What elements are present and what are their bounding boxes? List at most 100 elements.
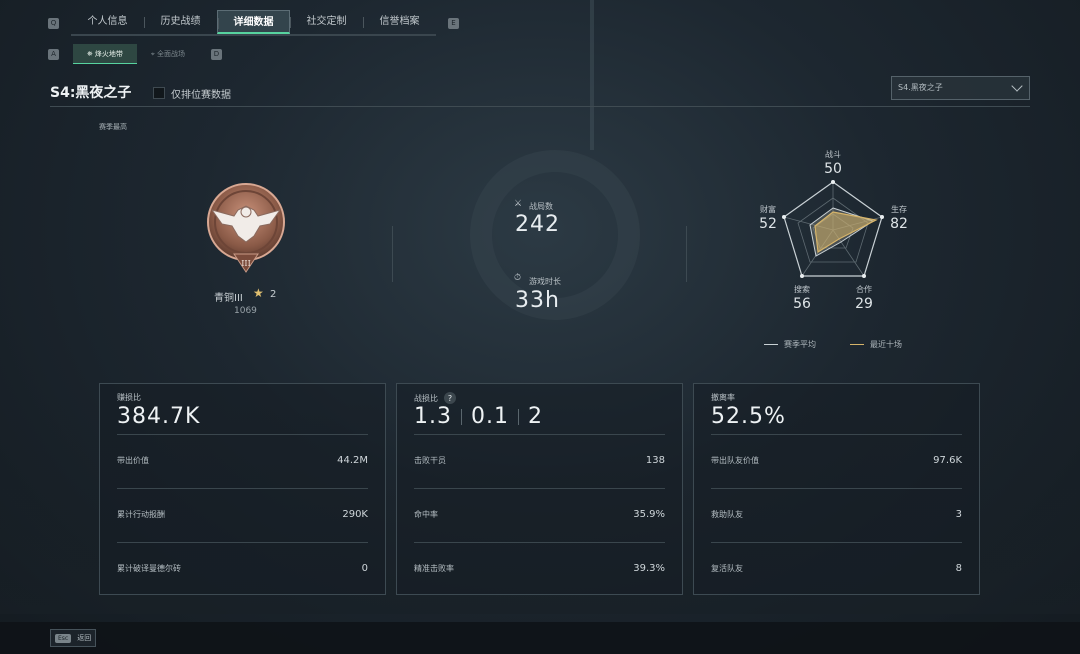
kd-secondary-value: 0.1 (471, 404, 509, 429)
beacon-icon: ⛯ (87, 50, 95, 58)
profit-panel: 赚损比 384.7K 带出价值 44.2M 累计行动报酬 290K 累计破译曼德… (99, 383, 386, 595)
stat-row: 击败干员 138 (414, 455, 665, 469)
legend-swatch (764, 344, 778, 345)
extract-rate-value: 52.5% (711, 404, 786, 429)
stat-row: 带出队友价值 97.6K (711, 455, 962, 469)
ranked-only-checkbox[interactable] (153, 87, 165, 99)
stat-label: 累计破译曼德尔砖 (117, 564, 181, 573)
stat-label: 带出队友价值 (711, 456, 759, 465)
kd-panel: 战损比 ? 1.3 0.1 2 击败干员 138 命中率 35.9% 精准击败率… (396, 383, 683, 595)
legend-label: 最近十场 (870, 340, 902, 349)
kd-tertiary-value: 2 (528, 404, 543, 429)
stat-row: 命中率 35.9% (414, 509, 665, 523)
mode-tab-warfare[interactable]: ⌖ 全面战场 (137, 44, 199, 64)
radar-value-teamwork: 29 (855, 296, 873, 312)
radar-label-teamwork: 合作 (856, 285, 872, 294)
stat-row: 累计破译曼德尔砖 0 (117, 563, 368, 577)
radar-value-wealth: 52 (759, 216, 777, 232)
chevron-down-icon (1011, 80, 1023, 92)
a-key-hint[interactable]: A (48, 48, 59, 60)
radar-chart (782, 180, 884, 278)
rank-name: 青铜III (214, 293, 243, 304)
tab-history[interactable]: 历史战绩 (144, 10, 217, 34)
rank-star-count: 2 (270, 289, 277, 300)
ranked-only-label[interactable]: 仅排位赛数据 (171, 86, 231, 101)
section-divider (686, 226, 687, 282)
panel-title: 战损比 (414, 393, 438, 403)
panel-title: 撤离率 (711, 393, 735, 402)
stat-label: 命中率 (414, 510, 438, 519)
playtime-value: 33h (515, 288, 560, 313)
radar-label-wealth: 财富 (760, 205, 776, 214)
stat-label: 复活队友 (711, 564, 743, 573)
radar-label-survival: 生存 (891, 205, 907, 214)
stat-value: 138 (645, 455, 665, 466)
stat-value: 3 (955, 509, 962, 520)
stat-row: 复活队友 8 (711, 563, 962, 577)
legend-recent-ten: 最近十场 (850, 339, 902, 350)
rank-score: 1069 (234, 306, 257, 316)
stat-value: 0 (361, 563, 368, 574)
header-divider (50, 106, 1030, 107)
e-key-hint[interactable]: E (448, 17, 459, 29)
panel-title: 赚损比 (117, 393, 141, 402)
stopwatch-icon: ⏱ (514, 273, 522, 283)
radar-value-survival: 82 (890, 216, 908, 232)
stat-value: 97.6K (933, 455, 962, 466)
top-nav: Q 个人信息 历史战绩 详细数据 社交定制 信誉档案 E (48, 10, 459, 36)
stat-row: 精准击败率 39.3% (414, 563, 665, 577)
radar-value-search: 56 (793, 296, 811, 312)
mode-subnav: A ⛯ 烽火地带 ⌖ 全面战场 D (48, 44, 222, 64)
season-best-label: 赛季最高 (99, 123, 127, 131)
back-label: 返回 (77, 634, 92, 642)
rank-tier-numeral: III (241, 259, 250, 268)
kd-ratio-value: 1.3 (414, 404, 452, 429)
kd-values: 1.3 0.1 2 (414, 404, 543, 429)
section-divider (392, 226, 393, 282)
crossed-swords-icon: ⚔ (514, 199, 523, 209)
mode-tab-operations[interactable]: ⛯ 烽火地带 (73, 44, 137, 64)
tab-details[interactable]: 详细数据 (217, 10, 290, 34)
back-button[interactable]: Esc 返回 (50, 629, 96, 647)
stat-value: 8 (955, 563, 962, 574)
mode-tab-label: 烽火地带 (94, 50, 123, 58)
radar-label-search: 搜索 (794, 285, 810, 294)
stat-row: 累计行动报酬 290K (117, 509, 368, 523)
extract-panel: 撤离率 52.5% 带出队友价值 97.6K 救助队友 3 复活队友 8 (693, 383, 980, 595)
tab-social[interactable]: 社交定制 (290, 10, 363, 34)
stat-label: 救助队友 (711, 510, 743, 519)
stat-value: 290K (342, 509, 368, 520)
stat-value: 35.9% (633, 509, 665, 520)
stat-row: 带出价值 44.2M (117, 455, 368, 469)
matches-value: 242 (515, 212, 560, 237)
legend-swatch (850, 344, 864, 345)
season-dropdown-value: S4.黑夜之子 (898, 83, 943, 92)
tab-reputation[interactable]: 信誉档案 (363, 10, 436, 34)
esc-key-hint: Esc (55, 633, 72, 643)
stat-row: 救助队友 3 (711, 509, 962, 523)
radar-value-combat: 50 (824, 161, 842, 177)
legend-label: 赛季平均 (784, 340, 816, 349)
q-key-hint[interactable]: Q (48, 17, 59, 29)
season-dropdown[interactable]: S4.黑夜之子 (891, 76, 1030, 100)
mode-tab-label: 全面战场 (157, 50, 185, 58)
playtime-label: 游戏时长 (529, 277, 561, 286)
stat-value: 39.3% (633, 563, 665, 574)
page-title: S4:黑夜之子 (50, 85, 132, 101)
tab-profile[interactable]: 个人信息 (71, 10, 144, 34)
panel-title-row: 战损比 ? (414, 392, 456, 404)
stat-label: 累计行动报酬 (117, 510, 165, 519)
stat-label: 带出价值 (117, 456, 149, 465)
matches-label: 战局数 (529, 202, 553, 211)
profit-ratio-value: 384.7K (117, 404, 201, 429)
tab-bar: 个人信息 历史战绩 详细数据 社交定制 信誉档案 (71, 10, 436, 36)
stat-label: 精准击败率 (414, 564, 454, 573)
help-icon[interactable]: ? (444, 392, 456, 404)
star-icon: ★ (253, 286, 264, 300)
d-key-hint[interactable]: D (211, 48, 222, 60)
radar-label-combat: 战斗 (825, 150, 841, 159)
stat-label: 击败干员 (414, 456, 446, 465)
stat-value: 44.2M (337, 455, 368, 466)
legend-season-average: 赛季平均 (764, 339, 816, 350)
bronze-rank-medal-icon: III (207, 183, 285, 273)
